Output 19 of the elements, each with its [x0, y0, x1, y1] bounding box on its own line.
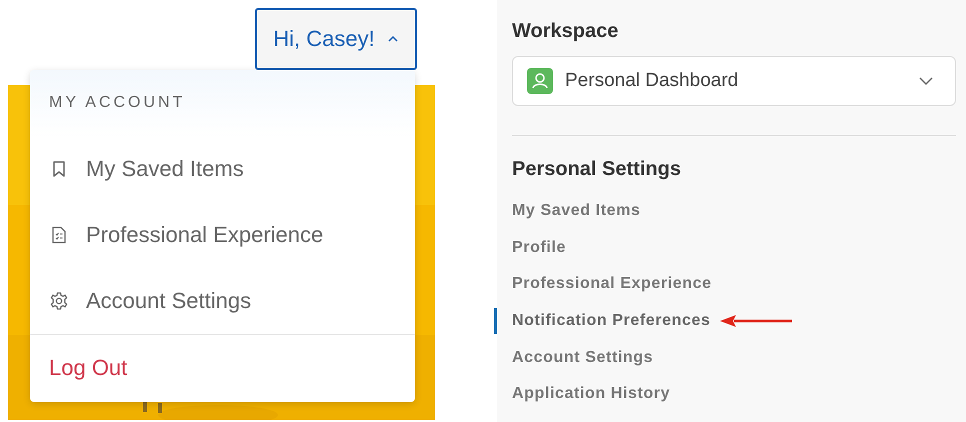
nav-link[interactable]: Application History: [494, 381, 670, 408]
chevron-down-icon: [919, 77, 933, 85]
gear-icon: [49, 291, 69, 311]
nav-link[interactable]: Professional Experience: [494, 271, 712, 298]
account-button[interactable]: Hi, Casey!: [255, 8, 417, 70]
workspace-select[interactable]: Personal Dashboard: [512, 56, 956, 106]
nav-link[interactable]: Notification Preferences: [494, 308, 710, 334]
menu-item[interactable]: Account Settings: [30, 268, 415, 334]
menu-heading: MY ACCOUNT: [49, 94, 186, 112]
nav-link[interactable]: My Saved Items: [494, 198, 640, 224]
workspace-heading: Workspace: [512, 20, 620, 43]
log-out-link[interactable]: Log Out: [49, 355, 128, 381]
menu-item[interactable]: My Saved Items: [30, 136, 415, 202]
nav-link[interactable]: Account Settings: [494, 344, 654, 371]
personal-settings-heading: Personal Settings: [512, 158, 682, 181]
menu-item[interactable]: Professional Experience: [30, 202, 415, 268]
caret-icon: [386, 35, 399, 43]
nav-link[interactable]: Profile: [494, 234, 566, 261]
person-icon: [527, 68, 553, 94]
